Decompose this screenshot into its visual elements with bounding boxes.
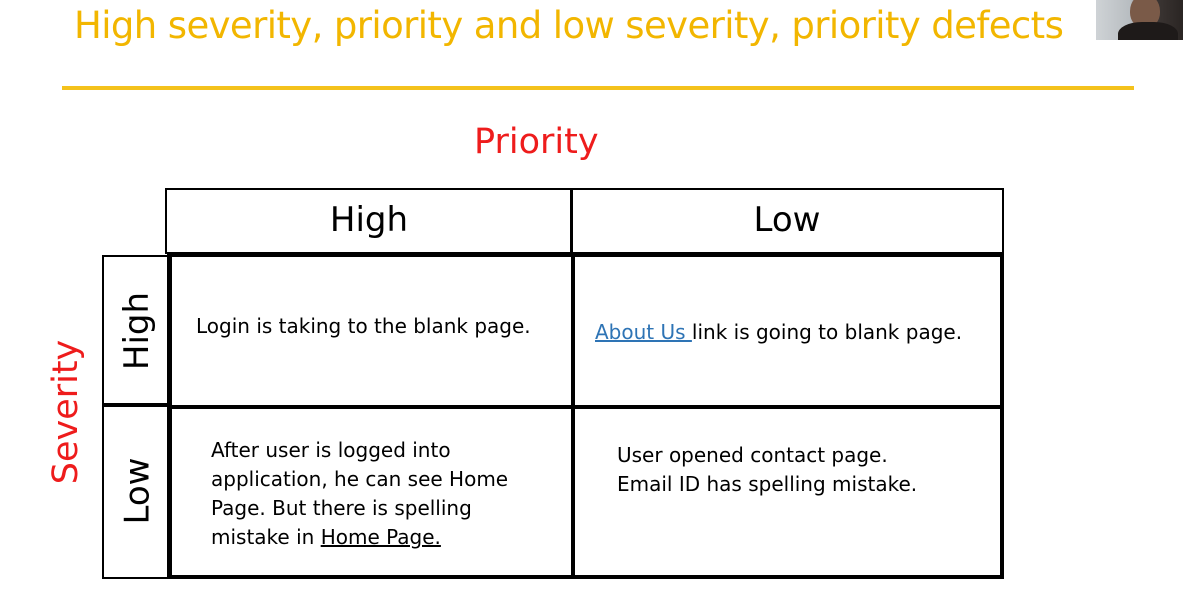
cell-text-high-high: Login is taking to the blank page.	[196, 314, 531, 338]
priority-axis-title: Priority	[474, 122, 599, 162]
cell-text-low-high: After user is logged into application, h…	[211, 436, 508, 552]
cell-text-low-low: User opened contact page. Email ID has s…	[617, 441, 917, 499]
cell-text-high-low-rest: link is going to blank page.	[691, 320, 963, 344]
cell-line: application, he can see Home	[211, 467, 509, 491]
row-label-high: High	[117, 291, 157, 371]
presenter-shoulders	[1118, 22, 1178, 40]
row-label-low: Low	[117, 457, 157, 525]
cell-line: Email ID has spelling mistake.	[617, 472, 918, 496]
row-label-high-wrap: High	[102, 255, 172, 407]
severity-axis-title: Severity	[46, 339, 86, 485]
cell-line: User opened contact page.	[617, 443, 888, 467]
column-header-low: Low	[753, 200, 821, 240]
cell-line: mistake in Home Page.	[211, 523, 508, 552]
title-divider	[62, 86, 1134, 90]
cell-text-high-low: About Us link is going to blank page.	[595, 318, 962, 347]
slide-title: High severity, priority and low severity…	[74, 4, 1064, 47]
about-us-link[interactable]: About Us	[595, 320, 692, 344]
column-header-high: High	[329, 200, 409, 240]
cell-line-prefix: mistake in	[211, 525, 321, 549]
cell-line: After user is logged into	[211, 438, 451, 462]
cell-line: Page. But there is spelling	[211, 496, 472, 520]
row-label-low-wrap: Low	[102, 403, 172, 579]
home-page-underlined-text: Home Page.	[320, 525, 441, 549]
presenter-webcam-thumbnail	[1096, 0, 1183, 40]
